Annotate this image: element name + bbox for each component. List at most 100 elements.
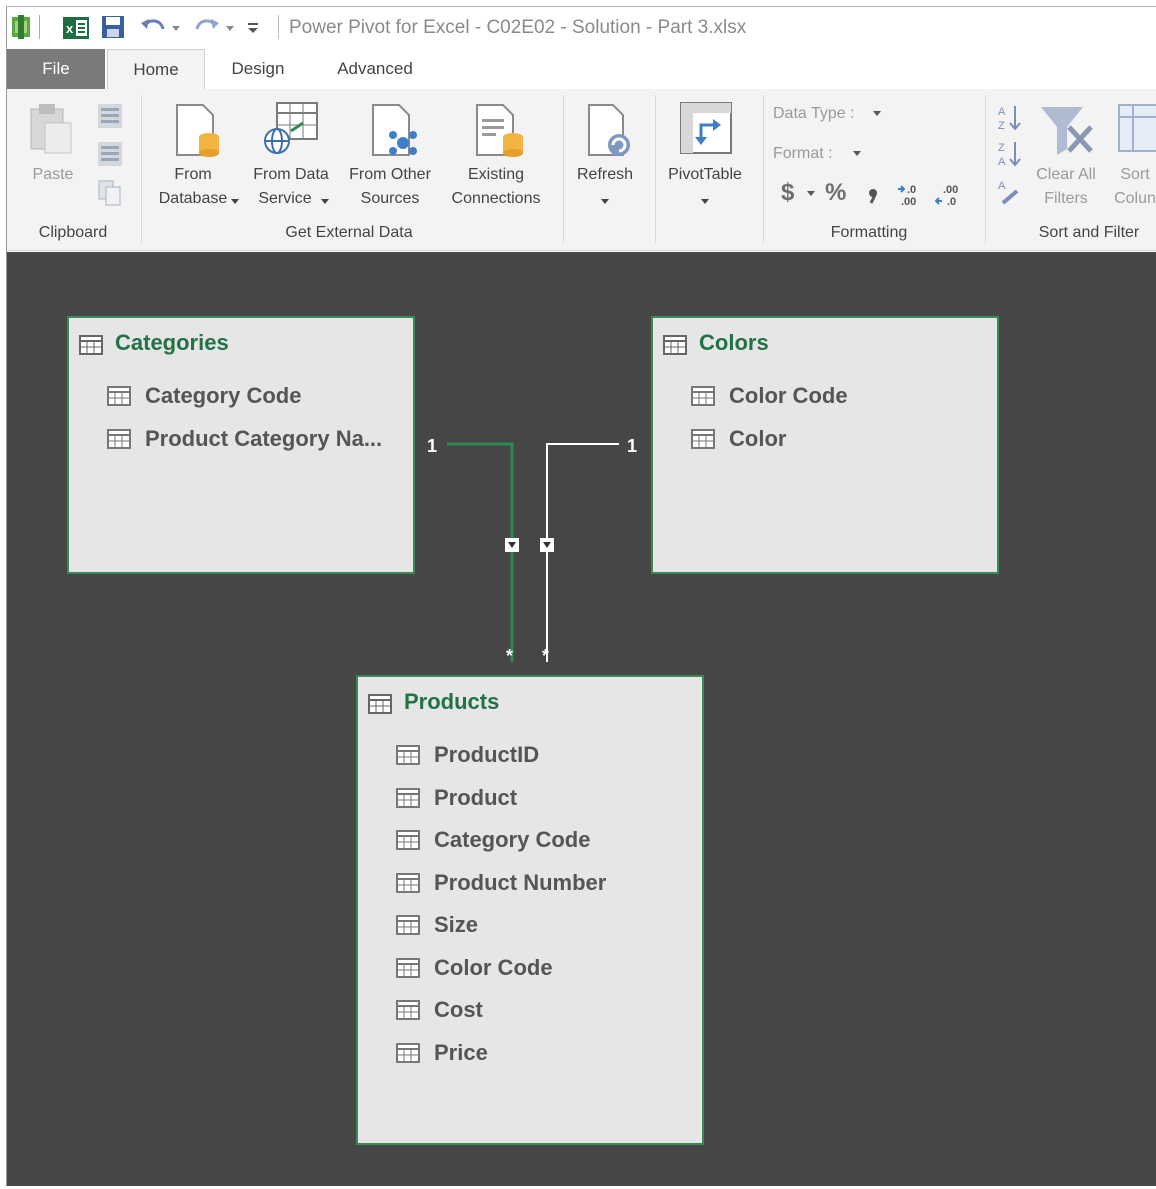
sort-by-column-icon[interactable] [1117,103,1156,153]
column-icon [396,915,420,935]
clear-all-filters-line1[interactable]: Clear All [1036,163,1096,187]
products-table-title: Products [404,689,500,714]
diagram-view-canvas[interactable]: 1 1 * * Categories Category Code Product … [7,252,1156,1186]
decrease-decimal-icon[interactable]: .00 .0 [935,181,965,209]
refresh-button[interactable]: Refresh [577,163,633,187]
products-field-row[interactable]: Category Code [396,824,590,856]
ribbon-home: Paste Clipboard From Database From Data … [7,89,1156,251]
sort-descending-icon[interactable]: Z A [997,139,1023,169]
sort-filter-group-label: Sort and Filter [1038,224,1140,241]
title-divider [278,15,279,39]
tab-file[interactable]: File [7,49,105,89]
colors-table[interactable]: Colors Color Code Color [651,316,999,574]
refresh-icon[interactable] [585,103,635,161]
tab-home[interactable]: Home [107,49,205,89]
undo-dropdown-icon[interactable] [171,25,181,33]
existing-connections-button[interactable]: Connections [452,187,541,211]
paste-append-icon[interactable] [95,101,125,131]
qat-divider [39,15,40,39]
pivottable-button[interactable]: PivotTable [668,163,742,187]
from-other-sources-line1[interactable]: From Other [349,163,431,187]
save-icon[interactable] [101,15,125,39]
group-divider [563,95,564,243]
paste-icon[interactable] [27,101,75,157]
column-icon [691,386,715,406]
data-type-dropdown-icon[interactable] [873,111,881,117]
percent-format-button[interactable]: % [825,179,846,207]
from-data-service-dropdown-icon[interactable] [321,199,329,205]
refresh-dropdown-icon[interactable] [601,199,609,205]
formatting-group-label: Formatting [830,224,908,241]
column-icon [107,386,131,406]
comma-style-icon[interactable] [867,187,879,207]
clear-filters-icon[interactable] [1039,103,1095,159]
colors-products-relationship[interactable] [546,443,619,662]
products-table[interactable]: Products ProductID Product Category Code Pr… [356,675,704,1145]
column-icon [396,787,420,808]
database-icon[interactable] [173,103,223,161]
tab-advanced[interactable]: Advanced [323,49,427,89]
products-field-row[interactable]: Price [396,1037,488,1069]
from-data-service-button[interactable]: Service [258,187,311,211]
copy-icon[interactable] [97,179,123,207]
redo-icon[interactable] [193,15,221,39]
products-field-row[interactable]: Cost [396,994,483,1026]
colors-field-row[interactable]: Color Code [691,380,848,412]
column-name: Color Code [434,954,553,980]
column-icon [396,872,420,893]
paste-button[interactable]: Paste [33,163,74,187]
power-pivot-app-icon[interactable] [9,13,35,41]
from-database-dropdown-icon[interactable] [231,199,239,205]
products-field-row[interactable]: ProductID [396,739,539,771]
from-data-service-line1[interactable]: From Data [253,163,329,187]
format-dropdown-icon[interactable] [853,151,861,157]
products-field-row[interactable]: Size [396,909,478,941]
column-icon [107,428,131,449]
products-field-row[interactable]: Product [396,782,517,814]
paste-replace-icon[interactable] [95,139,125,169]
currency-dropdown-icon[interactable] [807,191,815,197]
sort-by-column-button[interactable]: Colun [1114,187,1156,211]
excel-icon[interactable]: x [63,17,89,39]
sort-ascending-icon[interactable]: A Z [997,103,1023,133]
from-database-button[interactable]: Database [159,187,228,211]
customize-qat-icon[interactable] [247,21,259,35]
pivottable-icon[interactable] [679,101,733,157]
get-external-data-group-label: Get External Data [285,224,413,241]
svg-text:.00: .00 [943,184,958,196]
from-database-line1[interactable]: From [174,163,211,187]
other-sources-icon[interactable] [369,103,421,161]
svg-text:A: A [998,106,1006,118]
colors-field-row[interactable]: Color [691,423,786,455]
clear-sort-icon[interactable]: A [997,177,1023,207]
categories-table[interactable]: Categories Category Code Product Category… [67,316,415,574]
column-name: ProductID [434,742,540,767]
tab-design[interactable]: Design [213,49,303,89]
format-dropdown[interactable]: Format : [773,145,833,163]
increase-decimal-icon[interactable]: .0 .00 [897,181,927,209]
products-field-row[interactable]: Product Number [396,867,606,899]
data-type-dropdown[interactable]: Data Type : [773,105,855,123]
categories-field-row[interactable]: Category Code [107,380,301,412]
column-name: Cost [434,997,483,1022]
from-other-sources-button[interactable]: Sources [361,187,420,211]
pivottable-dropdown-icon[interactable] [701,199,709,205]
categories-table-title: Categories [115,330,229,355]
existing-connections-icon[interactable] [473,103,527,161]
svg-text:A: A [998,156,1006,168]
sort-by-column-line1[interactable]: Sort [1120,163,1149,187]
column-icon [396,830,420,850]
column-name: Category Code [434,827,591,852]
existing-connections-line1[interactable]: Existing [468,163,524,187]
column-icon [396,1042,420,1063]
undo-icon[interactable] [139,15,167,39]
redo-dropdown-icon[interactable] [225,25,235,33]
data-service-icon[interactable] [261,101,319,159]
window-title: Power Pivot for Excel - C02E02 - Solutio… [289,17,747,38]
clear-all-filters-button[interactable]: Filters [1044,187,1088,211]
categories-field-row[interactable]: Product Category Na... [107,423,382,455]
currency-format-button[interactable]: $ [781,179,794,207]
products-field-row[interactable]: Color Code [396,952,553,984]
categories-products-relationship[interactable] [447,442,514,662]
svg-text:A: A [998,180,1006,192]
